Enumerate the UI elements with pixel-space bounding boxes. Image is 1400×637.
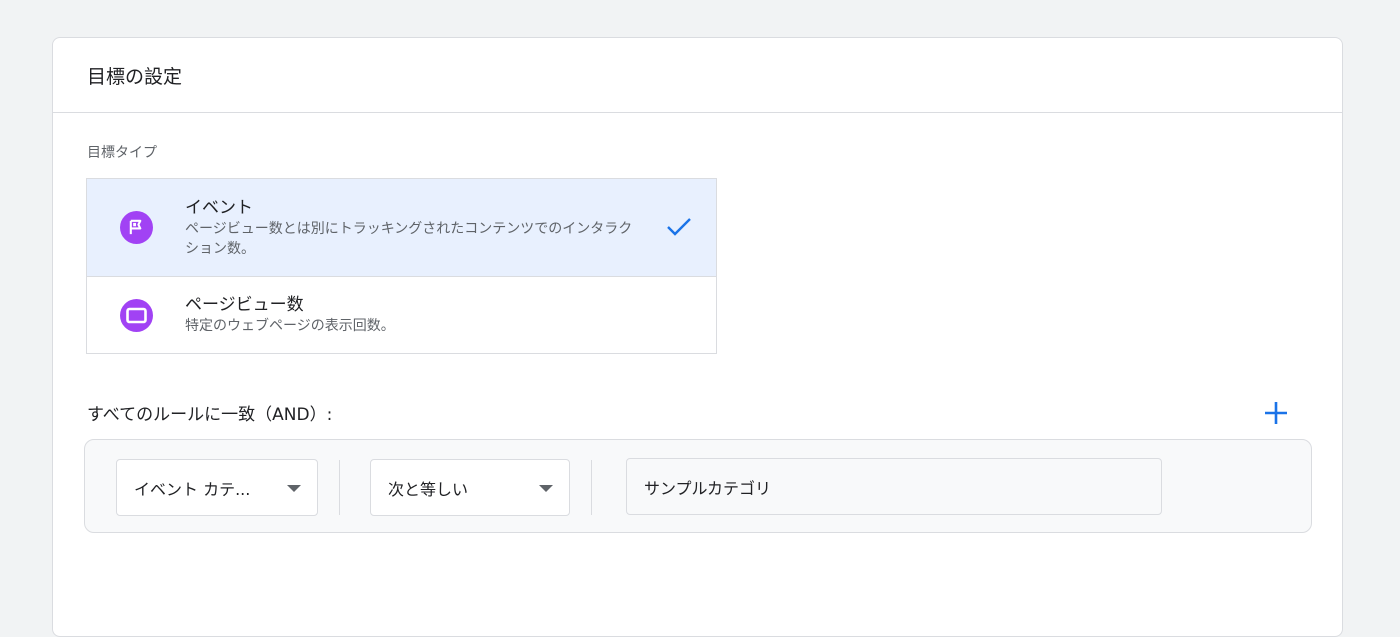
card-title: 目標の設定 xyxy=(87,65,183,88)
goal-option-name: イベント xyxy=(185,197,253,218)
rules-match-label: すべてのルールに一致（AND）: xyxy=(87,405,333,425)
caret-down-icon xyxy=(287,485,301,492)
goal-option-name: ページビュー数 xyxy=(185,295,304,315)
goal-option-pageview[interactable]: ページビュー数 特定のウェブページの表示回数。 xyxy=(87,277,716,353)
browser-window-icon xyxy=(120,298,153,332)
goal-option-event-text: イベント ページビュー数とは別にトラッキングされたコンテンツでのインタラクション… xyxy=(185,197,645,259)
goal-option-pageview-text: ページビュー数 特定のウェブページの表示回数。 xyxy=(185,294,645,336)
goal-type-list: イベント ページビュー数とは別にトラッキングされたコンテンツでのインタラクション… xyxy=(86,178,717,354)
rule-divider xyxy=(591,460,592,515)
rule-divider xyxy=(339,460,340,515)
dimension-dropdown[interactable]: イベント カテ... xyxy=(116,459,318,516)
card-header: 目標の設定 xyxy=(53,38,1342,113)
rule-value-input[interactable] xyxy=(626,458,1162,515)
dimension-selected-value: イベント カテ... xyxy=(134,479,251,499)
goal-option-event[interactable]: イベント ページビュー数とは別にトラッキングされたコンテンツでのインタラクション… xyxy=(87,179,716,277)
goal-settings-card: 目標の設定 目標タイプ イベント ページビュー数とは別にトラッキングされたコンテ… xyxy=(52,37,1343,637)
plus-icon[interactable] xyxy=(1263,400,1289,426)
caret-down-icon xyxy=(539,485,553,492)
operator-dropdown[interactable]: 次と等しい xyxy=(370,459,570,516)
operator-selected-value: 次と等しい xyxy=(388,479,469,499)
goal-option-description: 特定のウェブページの表示回数。 xyxy=(185,318,395,334)
flag-icon xyxy=(120,211,153,244)
rule-row: イベント カテ... 次と等しい xyxy=(84,439,1312,533)
goal-type-label: 目標タイプ xyxy=(87,145,157,161)
check-icon xyxy=(666,217,692,241)
goal-option-description: ページビュー数とは別にトラッキングされたコンテンツでのインタラクション数。 xyxy=(185,220,633,257)
